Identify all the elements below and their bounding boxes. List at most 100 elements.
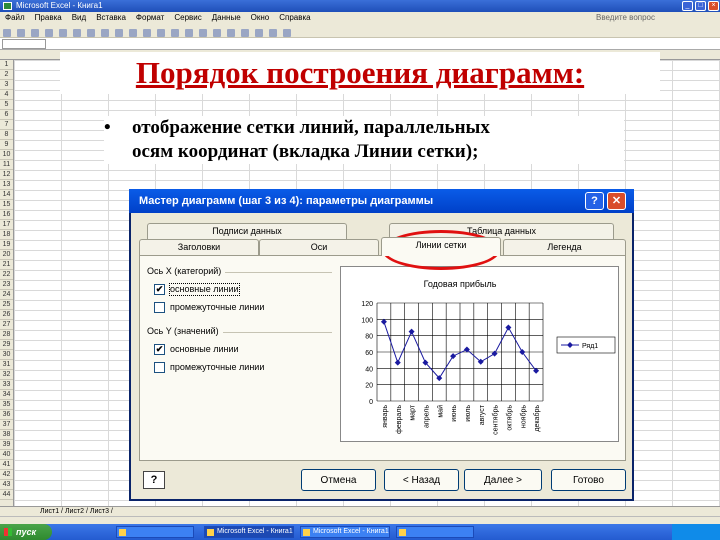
row-number[interactable]: 29 [0,340,13,350]
undo-icon[interactable] [129,29,137,37]
save-icon[interactable] [31,29,39,37]
cut-icon[interactable] [87,29,95,37]
row-number[interactable]: 41 [0,460,13,470]
help-question-box[interactable]: Введите вопрос [591,12,660,24]
row-number[interactable]: 9 [0,140,13,150]
row-number[interactable]: 4 [0,90,13,100]
menu-item[interactable]: Сервис [169,12,206,24]
preview-icon[interactable] [59,29,67,37]
open-icon[interactable] [17,29,25,37]
row-number[interactable]: 19 [0,240,13,250]
row-number[interactable]: 11 [0,160,13,170]
row-number[interactable]: 33 [0,380,13,390]
row-number[interactable]: 6 [0,110,13,120]
row-number[interactable]: 38 [0,430,13,440]
row-number[interactable]: 42 [0,470,13,480]
maximize-icon[interactable]: □ [695,1,706,11]
row-number[interactable]: 23 [0,280,13,290]
name-box[interactable] [2,39,46,49]
bold-icon[interactable] [213,29,221,37]
x-major-checkbox[interactable]: ✔ [154,284,165,295]
row-number[interactable]: 13 [0,180,13,190]
row-number[interactable]: 31 [0,360,13,370]
row-number[interactable]: 39 [0,440,13,450]
redo-icon[interactable] [143,29,151,37]
tab-gridlines[interactable]: Линии сетки [381,237,501,256]
menu-item[interactable]: Окно [246,12,275,24]
row-number[interactable]: 27 [0,320,13,330]
row-number[interactable]: 20 [0,250,13,260]
tab-legend[interactable]: Легенда [503,239,626,255]
menu-item[interactable]: Формат [131,12,169,24]
close-icon[interactable]: ✕ [607,192,626,210]
row-number[interactable]: 12 [0,170,13,180]
chart-wizard-icon[interactable] [185,29,193,37]
row-number[interactable]: 36 [0,410,13,420]
start-button[interactable]: пуск [0,524,52,540]
office-assistant-help-icon[interactable]: ? [143,471,165,489]
row-number[interactable]: 30 [0,350,13,360]
row-number[interactable]: 5 [0,100,13,110]
row-number[interactable]: 40 [0,450,13,460]
row-number[interactable]: 21 [0,260,13,270]
tab-data-labels[interactable]: Подписи данных [147,223,347,239]
y-minor-checkbox[interactable] [154,362,165,373]
tab-axes[interactable]: Оси [259,239,379,255]
row-number[interactable]: 43 [0,480,13,490]
row-number[interactable]: 14 [0,190,13,200]
sort-icon[interactable] [171,29,179,37]
row-number[interactable]: 35 [0,400,13,410]
formula-bar[interactable] [0,38,720,50]
align-center-icon[interactable] [269,29,277,37]
finish-button[interactable]: Готово [551,469,626,491]
row-number[interactable]: 7 [0,120,13,130]
row-number[interactable]: 28 [0,330,13,340]
copy-icon[interactable] [101,29,109,37]
taskbar-item[interactable]: Microsoft Excel - Книга1 [300,526,390,538]
row-number[interactable]: 44 [0,490,13,500]
minimize-icon[interactable]: _ [682,1,693,11]
print-icon[interactable] [45,29,53,37]
new-icon[interactable] [3,29,11,37]
row-number[interactable]: 18 [0,230,13,240]
menu-item[interactable]: Вид [67,12,91,24]
row-number[interactable]: 17 [0,220,13,230]
taskbar-item[interactable] [396,526,474,538]
row-number[interactable]: 25 [0,300,13,310]
row-number[interactable]: 8 [0,130,13,140]
row-number[interactable]: 37 [0,420,13,430]
row-number[interactable]: 22 [0,270,13,280]
menu-item[interactable]: Справка [274,12,315,24]
help-icon[interactable]: ? [585,192,604,210]
tab-titles[interactable]: Заголовки [139,239,259,255]
sheet-tabs[interactable]: Лист1 / Лист2 / Лист3 / [0,506,720,516]
row-number[interactable]: 15 [0,200,13,210]
y-major-checkbox[interactable]: ✔ [154,344,165,355]
next-button[interactable]: Далее > [464,469,542,491]
zoom-icon[interactable] [199,29,207,37]
menu-item[interactable]: Вставка [91,12,131,24]
row-number[interactable]: 2 [0,70,13,80]
spelling-icon[interactable] [73,29,81,37]
close-icon[interactable]: × [708,1,719,11]
align-left-icon[interactable] [255,29,263,37]
row-number[interactable]: 10 [0,150,13,160]
align-right-icon[interactable] [283,29,291,37]
taskbar-item[interactable]: Microsoft Excel - Книга1 [204,526,294,538]
paste-icon[interactable] [115,29,123,37]
row-number[interactable]: 24 [0,290,13,300]
row-number[interactable]: 32 [0,370,13,380]
x-minor-checkbox[interactable] [154,302,165,313]
row-number[interactable]: 3 [0,80,13,90]
cancel-button[interactable]: Отмена [301,469,376,491]
row-number[interactable]: 16 [0,210,13,220]
taskbar-item[interactable] [116,526,194,538]
row-number[interactable]: 34 [0,390,13,400]
menu-item[interactable]: Файл [0,12,30,24]
sum-icon[interactable] [157,29,165,37]
menu-item[interactable]: Правка [30,12,67,24]
row-number[interactable]: 1 [0,60,13,70]
underline-icon[interactable] [241,29,249,37]
back-button[interactable]: < Назад [384,469,459,491]
row-number[interactable]: 26 [0,310,13,320]
